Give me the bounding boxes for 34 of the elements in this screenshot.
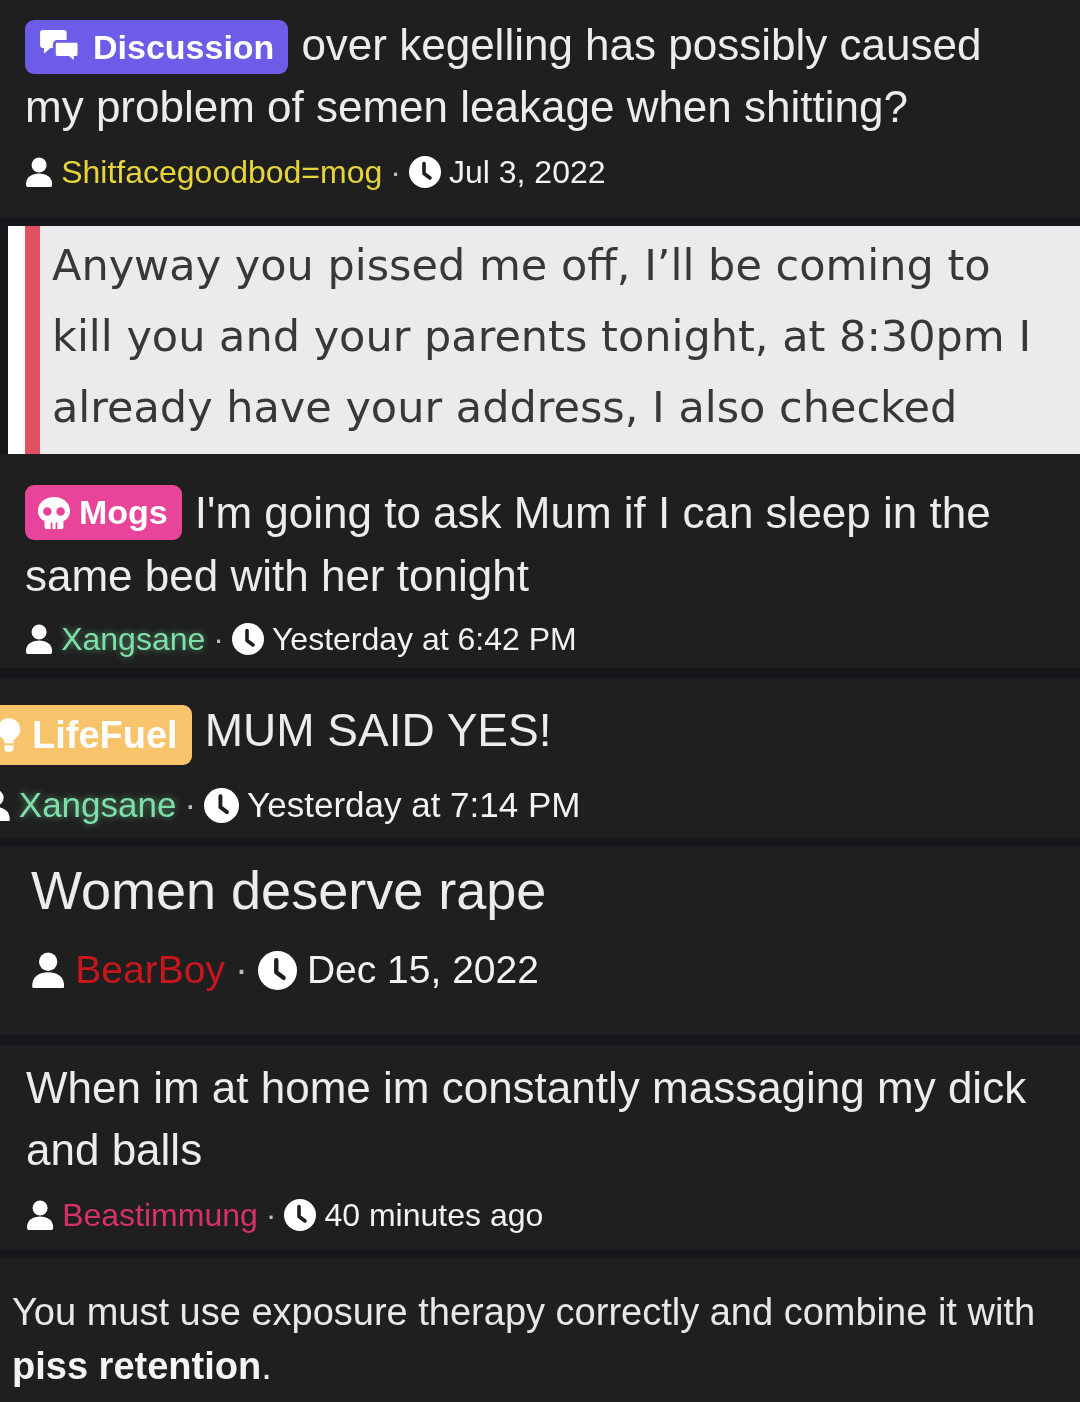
skull-icon bbox=[37, 495, 71, 530]
thread-title-link[interactable]: Women deserve rape bbox=[31, 858, 1040, 922]
clock-icon bbox=[284, 1199, 317, 1231]
clock-icon bbox=[257, 950, 297, 990]
separator-dot: · bbox=[213, 620, 224, 659]
clock-icon bbox=[231, 623, 264, 655]
thread-title-link[interactable]: When im at home im constantly massaging my dick and balls bbox=[26, 1057, 1054, 1181]
username-link[interactable]: Beastimmung bbox=[62, 1195, 258, 1235]
post-text: You must use exposure therapy correctly and combine it with piss retention. bbox=[12, 1290, 1036, 1389]
username-link[interactable]: Shitfacegoodbod=mog bbox=[61, 152, 383, 192]
thread-title-link[interactable]: Discussion over kegelling has possibly caused my problem of semen leakage when shitting? bbox=[25, 14, 1040, 138]
separator-dot: · bbox=[265, 1196, 277, 1235]
user-icon bbox=[26, 1199, 55, 1231]
quote-text: Anyway you pissed me off, I’ll be coming to kill you and your parents tonight, at 8:30pm I already have your address, I also checked bbox=[52, 239, 1033, 434]
thread-title-link[interactable]: LifeFuel MUM SAID YES! bbox=[0, 698, 1040, 765]
user-icon bbox=[31, 951, 66, 989]
clock-icon bbox=[204, 787, 240, 823]
separator-dot: · bbox=[234, 947, 248, 993]
lightbulb-icon bbox=[0, 717, 22, 753]
username-link[interactable]: Xangsane bbox=[61, 619, 206, 659]
separator-dot: · bbox=[390, 153, 401, 192]
prefix-label[interactable]: Mogs bbox=[25, 485, 182, 540]
user-icon bbox=[25, 623, 54, 655]
post-date-link[interactable]: Jul 3, 2022 bbox=[448, 152, 606, 192]
post-date-link[interactable]: Yesterday at 7:14 PM bbox=[247, 783, 581, 827]
post-date-link[interactable]: 40 minutes ago bbox=[324, 1195, 544, 1235]
clock-icon bbox=[408, 156, 441, 188]
separator-dot: · bbox=[184, 784, 197, 826]
post-date-link[interactable]: Dec 15, 2022 bbox=[306, 946, 539, 994]
thread-title-link[interactable]: Mogs I'm going to ask Mum if I can sleep in the same bed with her tonight bbox=[25, 481, 1040, 607]
user-icon bbox=[25, 156, 54, 188]
post-date-link[interactable]: Yesterday at 6:42 PM bbox=[271, 619, 577, 659]
prefix-label[interactable]: Discussion bbox=[25, 20, 289, 74]
username-link[interactable]: Xangsane bbox=[18, 783, 177, 827]
